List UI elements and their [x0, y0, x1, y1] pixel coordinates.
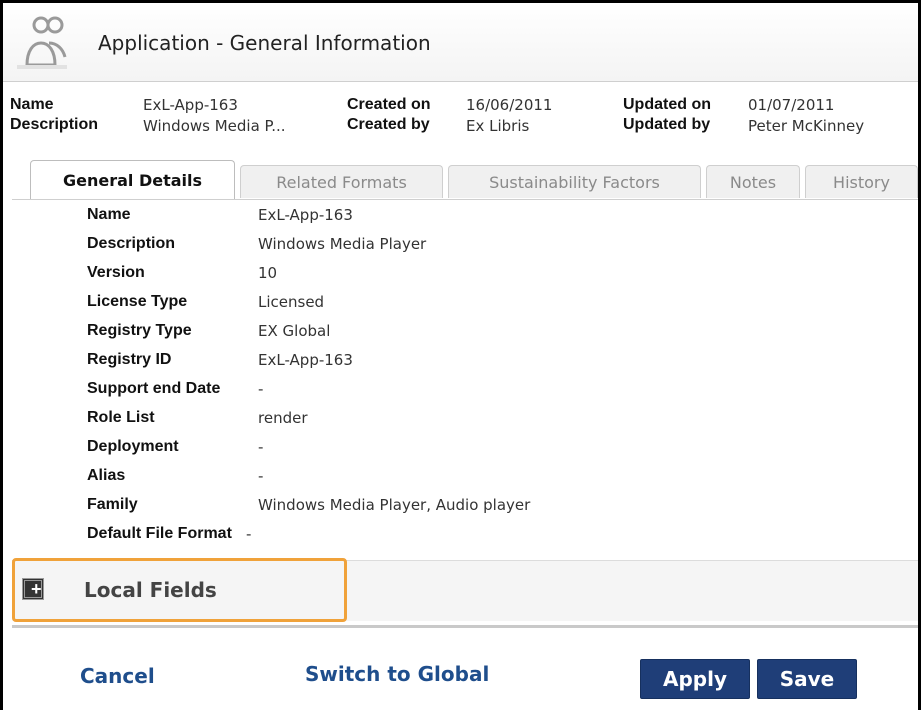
meta-col-1: Name Description [10, 95, 98, 135]
detail-value: ExL-App-163 [258, 351, 353, 369]
detail-value: - [258, 467, 264, 485]
updated-on-label: Updated on [623, 96, 711, 113]
description-value: Windows Media P... [143, 117, 286, 135]
created-by-label: Created by [347, 116, 430, 133]
meta-col-1-values: ExL-App-163 Windows Media P... [143, 95, 286, 137]
detail-label: Name [87, 206, 131, 223]
detail-value: ExL-App-163 [258, 206, 353, 224]
detail-label: Version [87, 264, 145, 281]
detail-value: Windows Media Player, Audio player [258, 496, 531, 514]
detail-value: - [258, 438, 264, 456]
name-value: ExL-App-163 [143, 96, 238, 114]
detail-label: Registry ID [87, 351, 172, 368]
detail-value: 10 [258, 264, 278, 282]
detail-label: Support end Date [87, 380, 221, 397]
detail-value: - [246, 525, 252, 543]
meta-col-3: Updated on Updated by [623, 95, 711, 135]
detail-label: Deployment [87, 438, 179, 455]
tab-notes[interactable]: Notes [706, 165, 800, 198]
name-label: Name [10, 96, 54, 113]
detail-label: Family [87, 496, 138, 513]
tab-general-details[interactable]: General Details [30, 160, 235, 200]
window-frame-left [0, 0, 3, 710]
created-by-value: Ex Libris [466, 117, 530, 135]
detail-value: EX Global [258, 322, 331, 340]
detail-label: Alias [87, 467, 126, 484]
created-on-value: 16/06/2011 [466, 96, 553, 114]
title-bar: Application - General Information [3, 3, 918, 82]
switch-to-global-button[interactable]: Switch to Global [305, 662, 489, 686]
tab-divider [12, 199, 918, 200]
detail-label: Role List [87, 409, 155, 426]
section-divider [12, 625, 918, 628]
expand-local-fields-button[interactable]: + [22, 578, 44, 600]
detail-value: Windows Media Player [258, 235, 427, 253]
local-fields-label[interactable]: Local Fields [84, 578, 217, 602]
detail-label: Default File Format [87, 525, 232, 542]
detail-label: Description [87, 235, 176, 252]
updated-by-value: Peter McKinney [748, 117, 865, 135]
updated-on-value: 01/07/2011 [748, 96, 835, 114]
created-on-label: Created on [347, 96, 431, 113]
description-label: Description [10, 116, 99, 133]
meta-col-2-values: 16/06/2011 Ex Libris [466, 95, 552, 137]
save-button[interactable]: Save [757, 659, 857, 699]
window-title: Application - General Information [98, 31, 431, 55]
meta-col-3-values: 01/07/2011 Peter McKinney [748, 95, 864, 137]
detail-label: Registry Type [87, 322, 192, 339]
meta-col-2: Created on Created by [347, 95, 431, 135]
tab-related-formats[interactable]: Related Formats [240, 165, 443, 198]
tab-sustainability-factors[interactable]: Sustainability Factors [448, 165, 701, 198]
tab-history[interactable]: History [805, 165, 918, 198]
tab-bar: General Details Related Formats Sustaina… [12, 160, 918, 200]
apply-button[interactable]: Apply [640, 659, 750, 699]
updated-by-label: Updated by [623, 116, 711, 133]
users-icon [17, 16, 67, 69]
detail-value: Licensed [258, 293, 325, 311]
detail-value: - [258, 380, 264, 398]
cancel-button[interactable]: Cancel [80, 664, 155, 688]
detail-value: render [258, 409, 308, 427]
detail-label: License Type [87, 293, 188, 310]
